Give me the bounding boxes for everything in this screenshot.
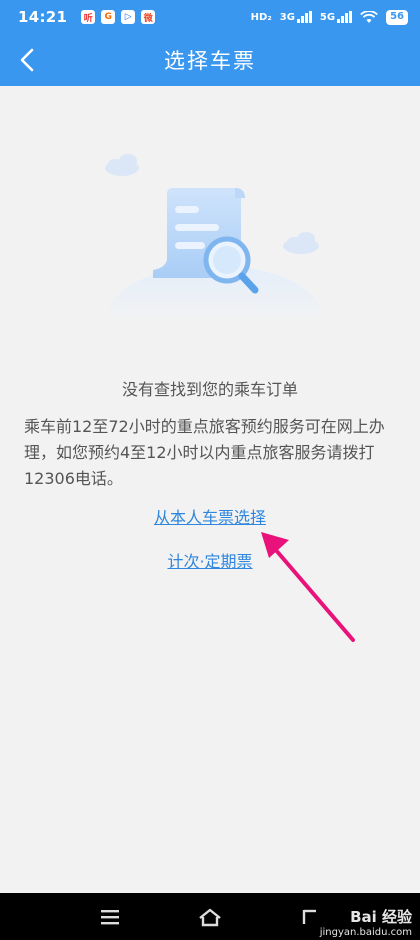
menu-icon	[101, 909, 119, 924]
watermark-domain: jingyan.baidu.com	[319, 927, 412, 938]
page-title: 选择车票	[164, 49, 256, 73]
baidu-jingyan-watermark: Bai 经验 jingyan.baidu.com	[320, 906, 412, 938]
signal-bars-icon	[337, 11, 353, 23]
status-bar: 14:21 听 G ▷ 微 HD₂ 3G 5G 56	[0, 0, 420, 34]
cloud-icon	[105, 154, 139, 176]
status-time: 14:21	[18, 8, 68, 26]
chevron-left-icon	[20, 48, 34, 72]
home-icon	[199, 908, 221, 926]
status-right: HD₂ 3G 5G 56	[250, 9, 408, 25]
cloud-icon	[283, 232, 319, 254]
status-left: 14:21 听 G ▷ 微	[18, 8, 156, 26]
signal-5g-label: 5G	[319, 12, 336, 23]
watermark-brand: Bai 经验	[350, 908, 412, 926]
empty-state-title: 没有查找到您的乘车订单	[121, 380, 298, 399]
signal-5g: 5G	[319, 11, 353, 23]
home-button[interactable]	[190, 897, 230, 937]
annotation-arrow	[261, 532, 355, 642]
return-icon	[302, 909, 316, 924]
app-notification-icon: G	[101, 10, 116, 24]
back-button[interactable]	[12, 44, 44, 76]
wifi-icon	[360, 10, 378, 23]
select-own-ticket-link[interactable]: 从本人车票选择	[0, 504, 420, 528]
empty-state-description: 乘车前12至72小时的重点旅客预约服务可在网上办理，如您预约4至12小时以内重点…	[24, 417, 385, 488]
battery-icon: 56	[386, 9, 408, 25]
empty-order-illustration	[105, 154, 325, 320]
signal-bars-icon	[296, 11, 312, 23]
menu-button[interactable]	[90, 897, 130, 937]
app-notification-icon: 微	[141, 10, 156, 24]
app-notification-icon: 听	[81, 10, 96, 24]
signal-3g: 3G	[280, 11, 312, 23]
signal-3g-label: 3G	[279, 12, 295, 23]
screen: 14:21 听 G ▷ 微 HD₂ 3G 5G 56 选择车票 没有查找到您的乘…	[0, 0, 420, 940]
app-notification-icon: ▷	[121, 10, 136, 24]
hd-label: HD₂	[250, 11, 272, 23]
nav-bar: 选择车票	[0, 34, 420, 86]
